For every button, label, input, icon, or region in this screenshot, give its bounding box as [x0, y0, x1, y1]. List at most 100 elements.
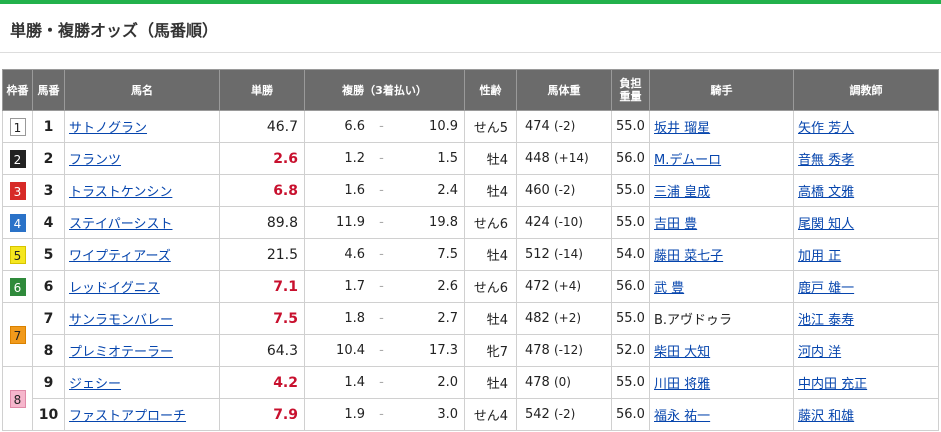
horse-name-link[interactable]: フランツ — [69, 153, 121, 168]
horse-name-link[interactable]: ワイプティアーズ — [69, 249, 171, 264]
jockey-cell: M.デムーロ — [649, 142, 794, 175]
horse-name-link[interactable]: レッドイグニス — [69, 281, 160, 296]
place-odds-cell: 10.4- 17.3 — [304, 334, 465, 367]
waku-cell: 4 — [2, 206, 33, 239]
body-weight-diff: (+2) — [553, 311, 582, 325]
title-divider — [0, 52, 941, 53]
place-odds-high: 1.5 — [437, 151, 458, 166]
trainer-cell: 池江 泰寿 — [793, 302, 939, 335]
jockey-link[interactable]: 藤田 菜七子 — [654, 249, 723, 264]
body-weight-diff: (+14) — [553, 151, 589, 165]
place-odds-low: 1.7 — [344, 279, 365, 294]
jockey-cell: 川田 将雅 — [649, 366, 794, 399]
umaban-cell: 1 — [32, 110, 65, 143]
place-odds-low: 1.4 — [344, 375, 365, 390]
trainer-link[interactable]: 音無 秀孝 — [798, 153, 854, 168]
trainer-link[interactable]: 藤沢 和雄 — [798, 409, 854, 424]
table-row: 4 4 ステイパーシスト 89.8 11.9-19.8 せん6 424 (-10) 55.0 吉… — [2, 206, 939, 239]
place-odds-low: 11.9 — [336, 215, 365, 230]
jockey-link[interactable]: 吉田 豊 — [654, 217, 697, 232]
trainer-link[interactable]: 池江 泰寿 — [798, 313, 854, 328]
header-sex-age: 性齢 — [464, 69, 517, 111]
body-weight-value: 478 — [525, 375, 550, 390]
win-odds-cell: 64.3 — [219, 334, 305, 367]
place-odds-cell: 1.7- 2.6 — [304, 270, 465, 303]
place-odds-separator: - — [379, 119, 384, 134]
place-odds-cell: 1.8- 2.7 — [304, 302, 465, 335]
umaban-cell: 5 — [32, 238, 65, 271]
body-weight-cell: 424 (-10) — [516, 206, 612, 239]
burden-weight-cell: 55.0 — [611, 302, 650, 335]
trainer-cell: 藤沢 和雄 — [793, 398, 939, 431]
place-odds-high: 2.4 — [437, 183, 458, 198]
umaban-cell: 7 — [32, 302, 65, 335]
trainer-link[interactable]: 鹿戸 雄一 — [798, 281, 854, 296]
trainer-link[interactable]: 高橋 文雅 — [798, 185, 854, 200]
body-weight-diff: (-2) — [553, 183, 576, 197]
place-odds-high: 19.8 — [429, 215, 458, 230]
horse-name-link[interactable]: トラストケンシン — [69, 185, 172, 200]
body-weight-value: 482 — [525, 311, 550, 326]
trainer-link[interactable]: 河内 洋 — [798, 345, 841, 360]
horse-name-cell: ジェシー — [64, 366, 220, 399]
horse-name-cell: プレミオテーラー — [64, 334, 220, 367]
jockey-link[interactable]: 福永 祐一 — [654, 409, 710, 424]
horse-name-link[interactable]: ジェシー — [69, 377, 121, 392]
win-odds-cell: 7.5 — [219, 302, 305, 335]
horse-name-link[interactable]: プレミオテーラー — [69, 345, 173, 360]
jockey-name: B.アヴドゥラ — [654, 313, 733, 328]
body-weight-cell: 478 (0) — [516, 366, 612, 399]
burden-weight-cell: 52.0 — [611, 334, 650, 367]
horse-name-cell: レッドイグニス — [64, 270, 220, 303]
jockey-cell: 柴田 大知 — [649, 334, 794, 367]
waku-cell: 1 — [2, 110, 33, 143]
trainer-cell: 高橋 文雅 — [793, 174, 939, 207]
sex-age-cell: 牡4 — [464, 238, 517, 271]
body-weight-diff: (-2) — [553, 407, 576, 421]
header-body-weight: 馬体重 — [516, 69, 612, 111]
waku-cell: 5 — [2, 238, 33, 271]
jockey-cell: 坂井 瑠星 — [649, 110, 794, 143]
place-odds-separator: - — [379, 183, 384, 198]
horse-name-link[interactable]: ファストアプローチ — [69, 409, 186, 424]
waku-cell: 2 — [2, 142, 33, 175]
body-weight-cell: 542 (-2) — [516, 398, 612, 431]
jockey-link[interactable]: M.デムーロ — [654, 153, 721, 168]
sex-age-cell: 牡4 — [464, 302, 517, 335]
jockey-link[interactable]: 柴田 大知 — [654, 345, 710, 360]
trainer-link[interactable]: 加用 正 — [798, 249, 841, 264]
jockey-link[interactable]: 武 豊 — [654, 281, 684, 296]
trainer-link[interactable]: 矢作 芳人 — [798, 121, 854, 136]
place-odds-separator: - — [379, 343, 384, 358]
jockey-link[interactable]: 川田 将雅 — [654, 377, 710, 392]
trainer-link[interactable]: 尾関 知人 — [798, 217, 854, 232]
win-odds-cell: 7.9 — [219, 398, 305, 431]
horse-name-link[interactable]: サンラモンバレー — [69, 313, 173, 328]
horse-name-link[interactable]: サトノグラン — [69, 121, 147, 136]
win-odds-cell: 6.8 — [219, 174, 305, 207]
umaban-cell: 10 — [32, 398, 65, 431]
sex-age-cell: せん5 — [464, 110, 517, 143]
burden-weight-cell: 55.0 — [611, 174, 650, 207]
waku-cell: 6 — [2, 270, 33, 303]
waku-badge: 8 — [9, 389, 26, 408]
body-weight-value: 472 — [525, 279, 550, 294]
body-weight-cell: 482 (+2) — [516, 302, 612, 335]
jockey-link[interactable]: 三浦 皇成 — [654, 185, 710, 200]
sex-age-cell: せん4 — [464, 398, 517, 431]
place-odds-high: 3.0 — [437, 407, 458, 422]
burden-weight-cell: 55.0 — [611, 206, 650, 239]
trainer-cell: 加用 正 — [793, 238, 939, 271]
place-odds-cell: 1.6- 2.4 — [304, 174, 465, 207]
horse-name-link[interactable]: ステイパーシスト — [69, 217, 172, 232]
waku-badge: 7 — [9, 325, 26, 344]
body-weight-diff: (+4) — [553, 279, 582, 293]
header-waku: 枠番 — [2, 69, 33, 111]
trainer-link[interactable]: 中内田 充正 — [798, 377, 867, 392]
horse-name-cell: ファストアプローチ — [64, 398, 220, 431]
body-weight-value: 448 — [525, 151, 550, 166]
jockey-link[interactable]: 坂井 瑠星 — [654, 121, 710, 136]
table-row: 6 6 レッドイグニス 7.1 1.7-2.6 せん6 472 (+4) 56.0 武 豊鹿戸 … — [2, 270, 939, 303]
place-odds-separator: - — [379, 247, 384, 262]
burden-weight-cell: 56.0 — [611, 398, 650, 431]
